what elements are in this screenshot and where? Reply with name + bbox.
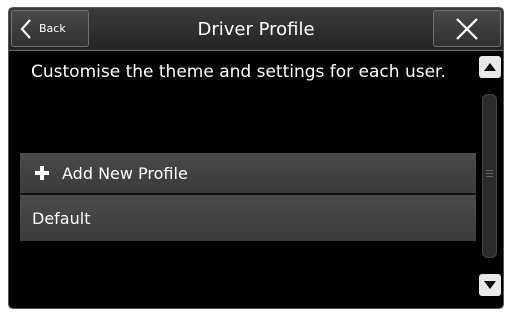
add-new-profile-label: Add New Profile xyxy=(62,163,188,183)
triangle-down-icon xyxy=(484,281,496,289)
scroll-up-button[interactable] xyxy=(479,56,501,78)
profile-item-default[interactable]: Default xyxy=(20,195,476,241)
add-new-profile-button[interactable]: Add New Profile xyxy=(20,153,476,195)
close-icon xyxy=(456,18,478,40)
driver-profile-screen: Back Driver Profile Customise the theme … xyxy=(9,8,503,308)
scroll-down-button[interactable] xyxy=(479,274,501,296)
plus-icon xyxy=(35,166,49,180)
profile-label-default: Default xyxy=(32,208,91,228)
triangle-up-icon xyxy=(484,63,496,71)
description-text: Customise the theme and settings for eac… xyxy=(31,62,446,82)
profile-list: Add New Profile Default xyxy=(20,153,476,241)
close-button[interactable] xyxy=(433,10,501,47)
scrollbar-track[interactable] xyxy=(482,94,497,258)
page-title: Driver Profile xyxy=(197,19,315,40)
title-bar: Back Driver Profile xyxy=(9,8,503,51)
scroll-grip-icon xyxy=(486,170,493,177)
